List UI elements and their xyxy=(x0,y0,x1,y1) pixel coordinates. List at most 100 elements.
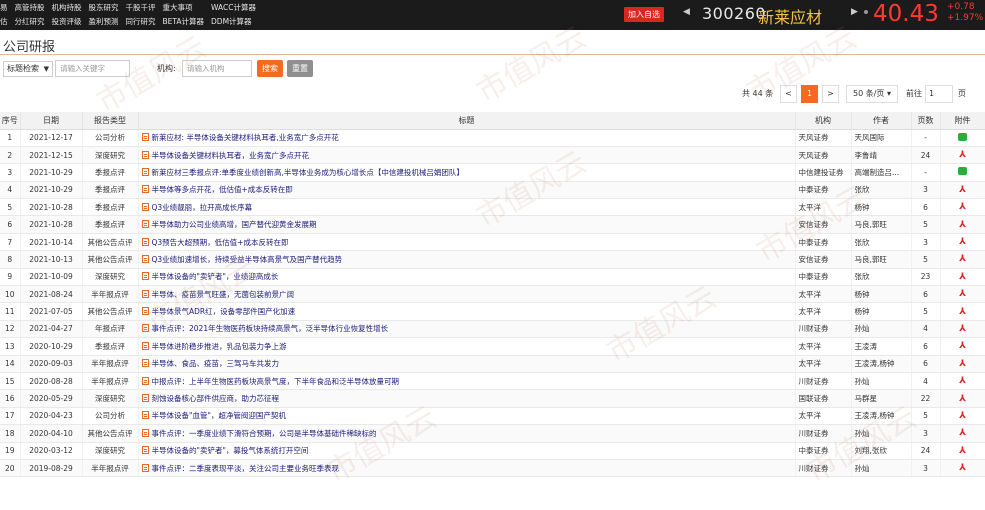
attachment[interactable]: ⅄ xyxy=(940,320,985,339)
attachment[interactable]: ⅄ xyxy=(940,181,985,200)
top-nav-item[interactable]: 机构持股 xyxy=(52,2,82,13)
wechat-icon[interactable] xyxy=(958,132,967,141)
top-nav-item[interactable]: 分红研究 xyxy=(15,16,45,27)
search-button[interactable]: 搜索 xyxy=(257,60,283,77)
top-nav-item[interactable]: 高管持股 xyxy=(15,2,45,13)
attachment[interactable]: ⅄ xyxy=(940,198,985,217)
page-count: 5 xyxy=(911,215,941,234)
search-type-select[interactable]: 标题检索 ▼ xyxy=(3,61,53,77)
report-title[interactable]: 半导体景气ADR红，设备零部件国产化加速 xyxy=(138,302,796,321)
top-nav-item[interactable]: 千股千评 xyxy=(126,2,156,13)
org-input[interactable]: 请输入机构 xyxy=(182,60,252,77)
row-index: 5 xyxy=(0,198,21,217)
pdf-icon[interactable]: ⅄ xyxy=(959,341,966,351)
top-nav-item[interactable]: 重大事项 xyxy=(163,2,205,13)
attachment[interactable]: ⅄ xyxy=(940,389,985,408)
add-watchlist-button[interactable]: 加入自选 xyxy=(624,7,664,22)
report-title[interactable]: 半导体进阶稳步推进，乳品包装力争上游 xyxy=(138,337,796,356)
page-size-select[interactable]: 50 条/页 ▾ xyxy=(846,85,898,103)
report-title[interactable]: 半导体设备关键材料执耳者，业务宽广多点开花 xyxy=(138,146,796,165)
author: 李鲁靖 xyxy=(851,146,912,165)
report-title[interactable]: 新莱应材三季报点评:单季度业绩创新高,半导体业务成为核心增长点【中信建投机械吕娟… xyxy=(138,163,796,182)
document-icon xyxy=(141,446,149,455)
report-title[interactable]: 新莱应材: 半导体设备关键材料执耳者,业务宽广多点开花 xyxy=(138,129,796,147)
attachment[interactable]: ⅄ xyxy=(940,337,985,356)
report-title-text: 半导体景气ADR红，设备零部件国产化加速 xyxy=(151,307,296,317)
reset-button[interactable]: 重置 xyxy=(287,60,313,77)
report-title[interactable]: Q3业绩加速增长，持续受益半导体高景气及国产替代趋势 xyxy=(138,250,796,269)
attachment[interactable]: ⅄ xyxy=(940,215,985,234)
pdf-icon[interactable]: ⅄ xyxy=(959,202,966,212)
report-title[interactable]: 刻蚀设备核心部件供应商，助力芯征程 xyxy=(138,389,796,408)
top-nav-item[interactable]: 股东研究 xyxy=(89,2,119,13)
report-title[interactable]: 事件点评：一季度业绩下滑符合预期，公司是半导体基础件稀缺标的 xyxy=(138,424,796,443)
report-date: 2021-10-28 xyxy=(20,215,83,234)
institution: 太平洋 xyxy=(795,198,852,217)
top-nav-item[interactable]: 估 xyxy=(0,16,8,27)
report-title[interactable]: 半导体、食品、疫苗，三驾马车共发力 xyxy=(138,355,796,373)
pdf-icon[interactable]: ⅄ xyxy=(959,428,966,438)
author: 马良,郭旺 xyxy=(851,250,912,269)
attachment[interactable]: ⅄ xyxy=(940,442,985,460)
attachment[interactable]: ⅄ xyxy=(940,250,985,269)
attachment[interactable]: ⅄ xyxy=(940,268,985,287)
pdf-icon[interactable]: ⅄ xyxy=(959,289,966,299)
attachment[interactable]: ⅄ xyxy=(940,372,985,391)
report-title[interactable]: Q3业绩靓丽，拉开高成长序幕 xyxy=(138,198,796,217)
institution: 安信证券 xyxy=(795,250,852,269)
attachment[interactable]: ⅄ xyxy=(940,355,985,373)
pdf-icon[interactable]: ⅄ xyxy=(959,272,966,282)
pdf-icon[interactable]: ⅄ xyxy=(959,324,966,334)
dot-icon xyxy=(864,10,868,14)
attachment[interactable]: ⅄ xyxy=(940,459,985,478)
top-nav-item[interactable]: 投资评级 xyxy=(52,16,82,27)
attachment[interactable]: ⅄ xyxy=(940,424,985,443)
goto-page-input[interactable]: 1 xyxy=(925,85,953,103)
top-nav-item[interactable]: DDM计算器 xyxy=(211,16,256,27)
pdf-icon[interactable]: ⅄ xyxy=(959,254,966,264)
table-row: 14 2020-09-03 半年报点评 半导体、食品、疫苗，三驾马车共发力 太平洋 王凌涛… xyxy=(0,355,985,373)
pdf-icon[interactable]: ⅄ xyxy=(959,237,966,247)
report-title[interactable]: 半导体设备的"卖铲者"，业绩迎高成长 xyxy=(138,268,796,287)
attachment[interactable]: ⅄ xyxy=(940,285,985,304)
pdf-icon[interactable]: ⅄ xyxy=(959,411,966,421)
report-title[interactable]: 事件点评：2021年生物医药板块持续高景气，泛半导体行业恢复性增长 xyxy=(138,320,796,339)
document-icon xyxy=(141,254,149,263)
report-title[interactable]: 半导体、疫苗景气旺盛，无菌包装前景广阔 xyxy=(138,285,796,304)
report-title[interactable]: 事件点评：二季度表现平淡，关注公司主要业务旺季表现 xyxy=(138,459,796,478)
attachment[interactable]: ⅄ xyxy=(940,233,985,252)
top-nav-item[interactable]: 同行研究 xyxy=(126,16,156,27)
top-nav-item[interactable]: 易 xyxy=(0,2,8,13)
report-title[interactable]: 半导体等多点开花，低估值+成本反转在即 xyxy=(138,181,796,200)
report-title[interactable]: 半导体设备"血管"，超净管阀迎国产契机 xyxy=(138,407,796,426)
top-nav-item[interactable]: 盈利预测 xyxy=(89,16,119,27)
prev-page-button[interactable]: < xyxy=(780,85,797,103)
attachment[interactable] xyxy=(940,163,985,182)
keyword-input[interactable]: 请输入关键字 xyxy=(55,60,130,77)
attachment[interactable] xyxy=(940,129,985,147)
next-page-button[interactable]: > xyxy=(822,85,839,103)
pdf-icon[interactable]: ⅄ xyxy=(959,394,966,404)
attachment[interactable]: ⅄ xyxy=(940,146,985,165)
report-title[interactable]: 中报点评：上半年生物医药板块高景气度，下半年食品和泛半导体放量可期 xyxy=(138,372,796,391)
pdf-icon[interactable]: ⅄ xyxy=(959,220,966,230)
pdf-icon[interactable]: ⅄ xyxy=(959,376,966,386)
attachment[interactable]: ⅄ xyxy=(940,407,985,426)
report-title[interactable]: 半导体设备的"卖铲者"，募投气体系统打开空间 xyxy=(138,442,796,460)
document-icon xyxy=(141,411,149,420)
pdf-icon[interactable]: ⅄ xyxy=(959,150,966,160)
top-nav-item[interactable]: WACC计算器 xyxy=(211,2,256,13)
pdf-icon[interactable]: ⅄ xyxy=(959,463,966,473)
page-1-button[interactable]: 1 xyxy=(801,85,818,103)
pdf-icon[interactable]: ⅄ xyxy=(959,185,966,195)
prev-stock-icon[interactable]: ◀ xyxy=(683,7,690,17)
wechat-icon[interactable] xyxy=(958,167,967,176)
next-stock-icon[interactable]: ▶ xyxy=(851,7,858,17)
pdf-icon[interactable]: ⅄ xyxy=(959,359,966,369)
report-title[interactable]: Q3预告大超预期，低估值+成本反转在即 xyxy=(138,233,796,252)
pdf-icon[interactable]: ⅄ xyxy=(959,446,966,456)
report-title[interactable]: 半导体助力公司业绩高增，国产替代迎黄金发展期 xyxy=(138,215,796,234)
attachment[interactable]: ⅄ xyxy=(940,302,985,321)
top-nav-item[interactable]: BETA计算器 xyxy=(163,16,205,27)
pdf-icon[interactable]: ⅄ xyxy=(959,307,966,317)
